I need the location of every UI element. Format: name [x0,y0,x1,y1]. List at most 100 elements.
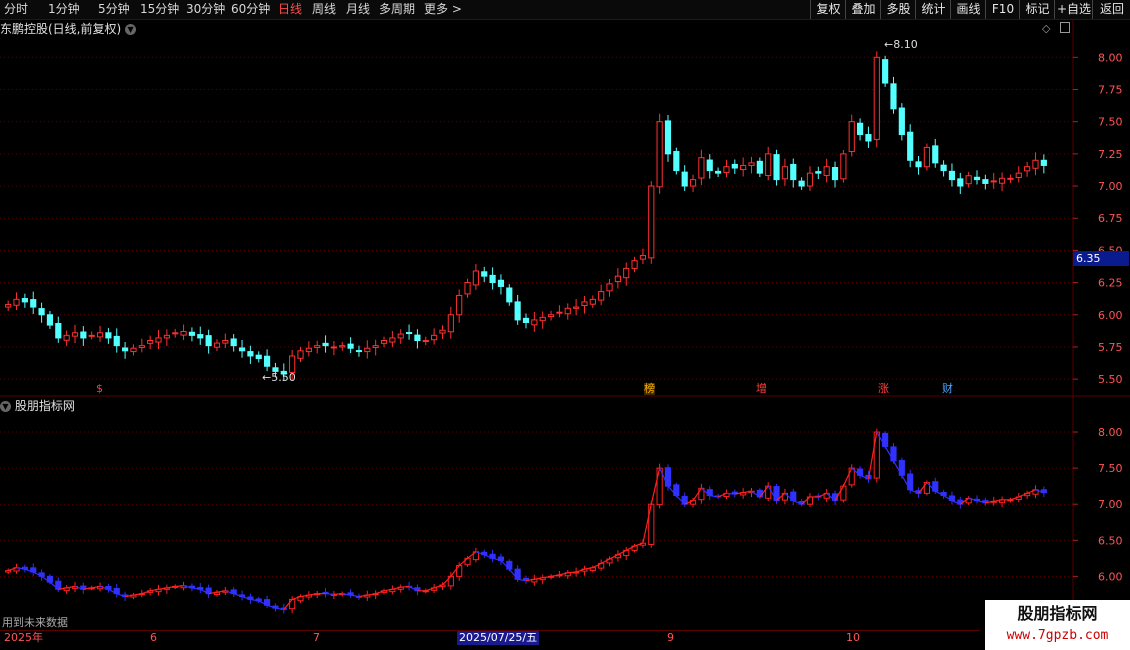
candle-body[interactable] [556,311,563,314]
candle-body[interactable] [71,332,79,337]
candle-body[interactable] [489,274,496,284]
candle-body[interactable] [80,331,87,339]
candle-body[interactable] [639,255,647,260]
candle-body[interactable] [547,314,555,318]
candle-body[interactable] [197,334,204,339]
candle-body[interactable] [372,345,379,348]
candle-body[interactable] [414,334,421,342]
candle-body[interactable] [55,323,62,339]
candle-body[interactable] [389,337,396,343]
candle-body[interactable] [589,298,596,305]
candle-body[interactable] [497,279,505,287]
candle-body[interactable] [155,337,162,343]
candle-body[interactable] [130,347,137,353]
candle-body[interactable] [13,298,20,306]
candle-body[interactable] [865,134,872,142]
event-marker-limit-up[interactable]: 涨 [878,383,889,395]
candle-body[interactable] [38,308,45,316]
candle-body[interactable] [923,146,930,168]
candle-body[interactable] [96,332,104,338]
candle-body[interactable] [765,153,772,176]
candle-body[interactable] [339,345,346,348]
candle-body[interactable] [180,330,187,336]
candle-body[interactable] [63,334,70,341]
candle-body[interactable] [431,334,438,341]
candle-body[interactable] [314,345,321,348]
candle-body[interactable] [1024,166,1031,172]
candle-body[interactable] [397,333,404,339]
candle-body[interactable] [539,316,546,322]
candle-body[interactable] [1032,159,1039,169]
candle-body[interactable] [748,162,755,166]
candle-body[interactable] [230,338,237,347]
candle-body[interactable] [573,306,580,309]
candle-body[interactable] [447,314,454,333]
candle-body[interactable] [1015,172,1022,179]
candle-body[interactable] [263,355,271,367]
candle-body[interactable] [380,340,388,344]
candle-body[interactable] [990,180,997,183]
candle-body[interactable] [614,275,621,283]
candle-body[interactable] [5,303,12,308]
candle-body[interactable] [932,145,939,164]
candle-body[interactable] [330,346,337,349]
candle-body[interactable] [439,329,446,334]
candle-body[interactable] [907,131,914,161]
candle-body[interactable] [798,180,805,187]
candle-body[interactable] [289,355,296,373]
candle-body[interactable] [247,351,254,357]
candle-body[interactable] [213,342,221,348]
candle-body[interactable] [481,271,488,277]
candle-body[interactable] [88,334,95,337]
candle-body[interactable] [890,83,897,110]
candle-body[interactable] [982,179,989,184]
event-marker-rank[interactable]: 榜 [644,383,655,395]
candle-body[interactable] [205,335,212,347]
candle-body[interactable] [882,59,889,84]
candle-body[interactable] [948,170,956,181]
kline-chart[interactable]: 8.00 7.75 7.50 7.25 7.00 6.75 6.50 6.25 6.00 5.75… [0,0,1130,650]
candle-body[interactable] [355,350,363,353]
candle-body[interactable] [706,159,713,172]
candle-body[interactable] [405,332,413,335]
candle-body[interactable] [305,347,312,353]
candle-body[interactable] [456,294,463,316]
candle-body[interactable] [21,298,28,303]
candle-body[interactable] [222,340,229,344]
candle-body[interactable] [113,335,120,347]
candle-body[interactable] [30,299,37,308]
candle-body[interactable] [138,345,145,348]
candle-body[interactable] [506,287,513,303]
candle-body[interactable] [255,354,262,360]
candle-body[interactable] [940,164,947,172]
candle-body[interactable] [781,166,789,180]
candle-body[interactable] [973,176,981,181]
candle-body[interactable] [347,343,354,349]
candle-body[interactable] [422,340,429,343]
candle-body[interactable] [715,170,722,174]
candle-body[interactable] [656,121,663,188]
candle-body[interactable] [623,267,630,279]
candle-body[interactable] [681,171,688,187]
candle-body[interactable] [856,122,864,136]
candle-body[interactable] [172,332,179,335]
event-marker-dividend[interactable]: $ [96,383,103,395]
candle-body[interactable] [163,334,170,339]
candle-body[interactable] [673,151,680,172]
candle-body[interactable] [898,107,905,136]
candle-body[interactable] [965,175,972,185]
candle-body[interactable] [598,291,605,301]
candle-body[interactable] [840,153,847,180]
candle-body[interactable] [957,178,964,187]
candle-body[interactable] [238,347,246,352]
candle-body[interactable] [823,166,830,176]
candle-body[interactable] [664,120,672,155]
candle-body[interactable] [848,121,855,153]
candle-body[interactable] [631,260,638,269]
candle-body[interactable] [46,314,54,326]
candle-body[interactable] [147,340,154,344]
candle-body[interactable] [1040,159,1047,166]
candle-body[interactable] [564,307,571,315]
candle-body[interactable] [364,347,371,353]
candle-body[interactable] [464,282,471,295]
